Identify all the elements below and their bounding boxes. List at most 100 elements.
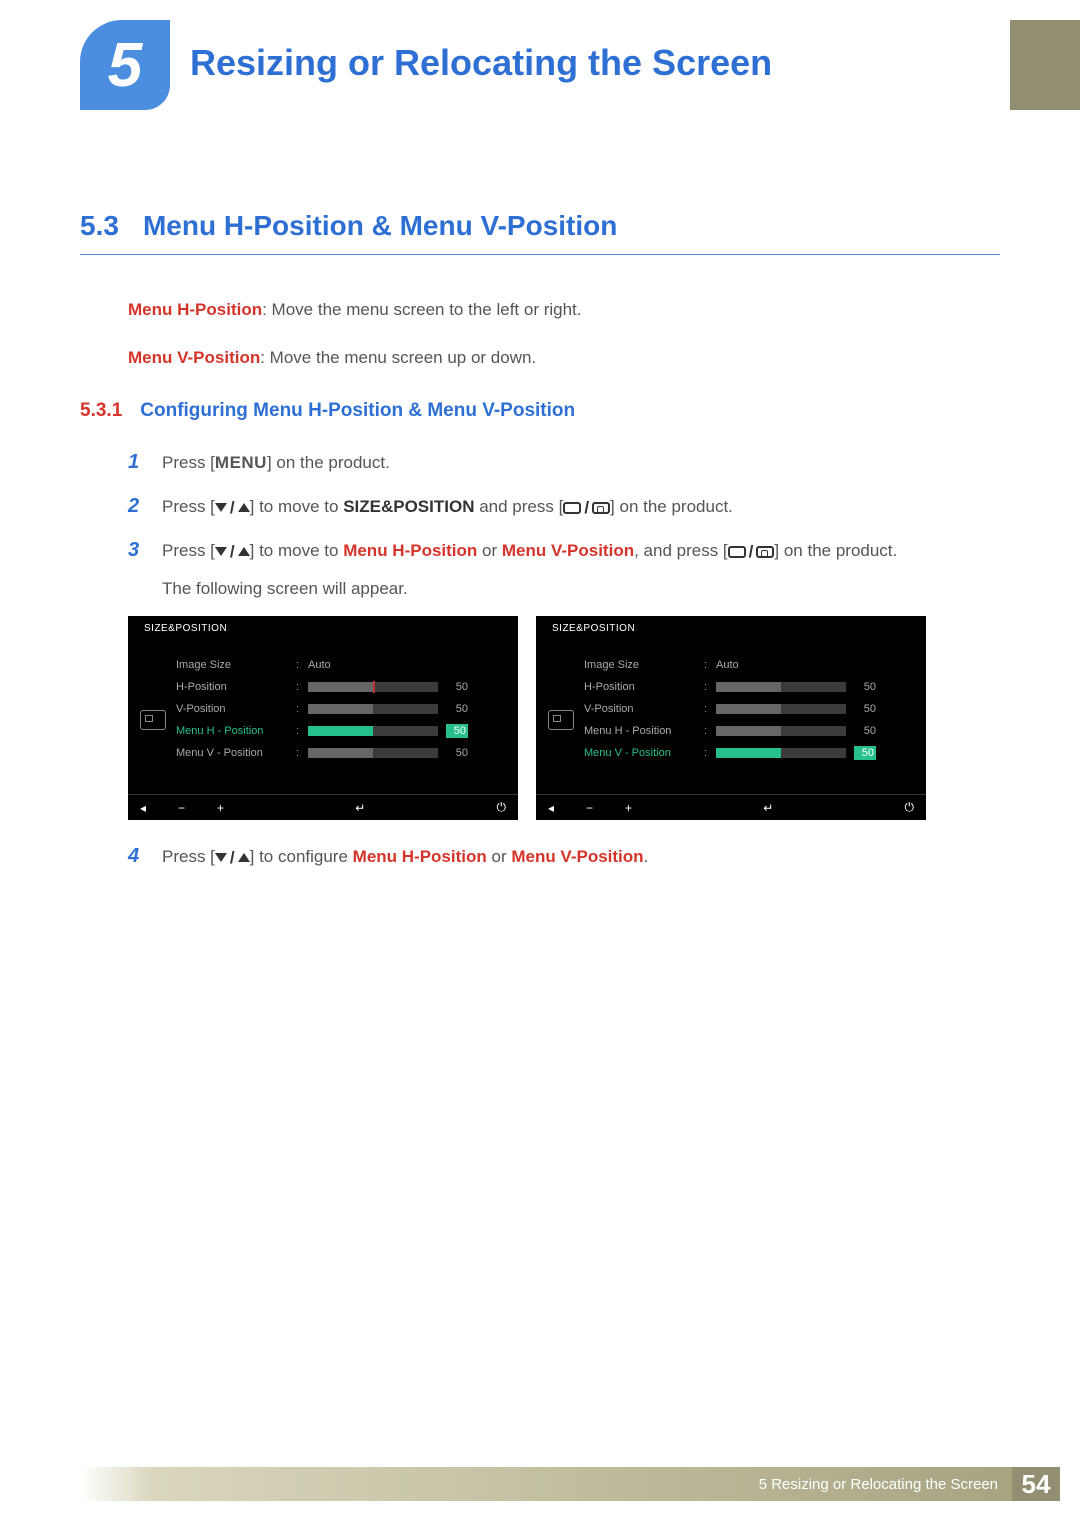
step-number: 3 bbox=[128, 534, 144, 566]
step-2: 2 Press [/] to move to SIZE&POSITION and… bbox=[128, 490, 1000, 522]
menu-key-label: MENU bbox=[215, 453, 267, 472]
text: and press [ bbox=[474, 497, 563, 516]
osd-row-v-position: V-Position : 50 bbox=[584, 698, 916, 720]
section-number: 5.3 bbox=[80, 210, 119, 242]
osd-panel-menu-v: SIZE&POSITION Image Size : Auto H-Positi… bbox=[536, 616, 926, 820]
text: , and press [ bbox=[634, 541, 728, 560]
osd-value: 50 bbox=[854, 725, 876, 737]
desc-v-text: : Move the menu screen up or down. bbox=[260, 348, 536, 367]
step-number: 4 bbox=[128, 840, 144, 872]
target-menu-h: Menu H-Position bbox=[353, 847, 487, 866]
subsection-heading: 5.3.1 Configuring Menu H-Position & Menu… bbox=[80, 400, 1000, 422]
text: or bbox=[477, 541, 502, 560]
enter-source-icon: / bbox=[728, 538, 775, 565]
osd-value: 50 bbox=[446, 747, 468, 759]
osd-label: Image Size bbox=[176, 659, 296, 671]
step-number: 2 bbox=[128, 490, 144, 522]
chapter-title: Resizing or Relocating the Screen bbox=[190, 20, 1000, 84]
step-4: 4 Press [/] to configure Menu H-Position… bbox=[128, 840, 1000, 872]
text: ] on the product. bbox=[267, 453, 390, 472]
osd-row-v-position: V-Position : 50 bbox=[176, 698, 508, 720]
target-menu-v: Menu V-Position bbox=[502, 541, 634, 560]
section-heading: 5.3 Menu H-Position & Menu V-Position bbox=[80, 210, 1000, 255]
osd-title: SIZE&POSITION bbox=[536, 616, 926, 654]
osd-label: Menu V - Position bbox=[176, 747, 296, 759]
nav-plus-icon: + bbox=[217, 801, 224, 815]
nav-minus-icon: − bbox=[178, 801, 185, 815]
osd-slider bbox=[308, 704, 438, 714]
osd-value: 50 bbox=[854, 703, 876, 715]
section-title: Menu H-Position & Menu V-Position bbox=[143, 210, 617, 242]
nav-back-icon: ◂ bbox=[140, 801, 146, 815]
step3-note: The following screen will appear. bbox=[162, 575, 897, 602]
osd-slider bbox=[308, 748, 438, 758]
chapter-number-tab: 5 bbox=[80, 20, 170, 110]
enter-source-icon: / bbox=[563, 494, 610, 521]
osd-label-active: Menu H - Position bbox=[176, 725, 296, 737]
down-up-arrow-icon: / bbox=[215, 844, 250, 871]
footer-page-number: 54 bbox=[1012, 1467, 1060, 1501]
osd-row-h-position: H-Position : 50 bbox=[584, 676, 916, 698]
nav-enter-icon: ↵ bbox=[763, 801, 773, 815]
target-menu-v: Menu V-Position bbox=[511, 847, 643, 866]
osd-value-active: 50 bbox=[446, 724, 468, 738]
osd-label: V-Position bbox=[176, 703, 296, 715]
text: Press [ bbox=[162, 541, 215, 560]
osd-row-menu-h-position: Menu H - Position : 50 bbox=[584, 720, 916, 742]
desc-v-label: Menu V-Position bbox=[128, 348, 260, 367]
text: ] on the product. bbox=[774, 541, 897, 560]
step-3: 3 Press [/] to move to Menu H-Position o… bbox=[128, 534, 1000, 602]
nav-back-icon: ◂ bbox=[548, 801, 554, 815]
nav-power-icon: ⏻ bbox=[497, 800, 507, 815]
down-up-arrow-icon: / bbox=[215, 494, 250, 521]
osd-slider bbox=[716, 682, 846, 692]
description-v-position: Menu V-Position: Move the menu screen up… bbox=[128, 345, 1000, 371]
osd-value: 50 bbox=[854, 681, 876, 693]
text: Press [ bbox=[162, 497, 215, 516]
osd-label: Menu H - Position bbox=[584, 725, 704, 737]
target-menu-h: Menu H-Position bbox=[343, 541, 477, 560]
osd-value: 50 bbox=[446, 703, 468, 715]
subsection-title: Configuring Menu H-Position & Menu V-Pos… bbox=[140, 400, 575, 422]
text: ] to move to bbox=[250, 541, 344, 560]
osd-slider-active bbox=[308, 726, 438, 736]
nav-minus-icon: − bbox=[586, 801, 593, 815]
osd-screenshot-row: SIZE&POSITION Image Size : Auto H-Positi… bbox=[128, 616, 1000, 820]
desc-h-text: : Move the menu screen to the left or ri… bbox=[262, 300, 581, 319]
osd-slider bbox=[716, 726, 846, 736]
osd-panel-menu-h: SIZE&POSITION Image Size : Auto H-Positi… bbox=[128, 616, 518, 820]
step-number: 1 bbox=[128, 446, 144, 478]
osd-nav-bar: ◂ − + ↵ ⏻ bbox=[128, 794, 518, 820]
nav-enter-icon: ↵ bbox=[355, 801, 365, 815]
page-footer: 5 Resizing or Relocating the Screen 54 bbox=[80, 1467, 1080, 1501]
osd-row-image-size: Image Size : Auto bbox=[584, 654, 916, 676]
osd-value-auto: Auto bbox=[308, 659, 331, 671]
osd-label-active: Menu V - Position bbox=[584, 747, 704, 759]
step-list: 1 Press [MENU] on the product. 2 Press [… bbox=[128, 446, 1000, 602]
page-header: 5 Resizing or Relocating the Screen bbox=[80, 20, 1000, 110]
osd-value-active: 50 bbox=[854, 746, 876, 760]
osd-row-menu-h-position: Menu H - Position : 50 bbox=[176, 720, 508, 742]
osd-nav-bar: ◂ − + ↵ ⏻ bbox=[536, 794, 926, 820]
text: . bbox=[644, 847, 649, 866]
osd-value-auto: Auto bbox=[716, 659, 739, 671]
osd-row-image-size: Image Size : Auto bbox=[176, 654, 508, 676]
osd-row-h-position: H-Position : 50 bbox=[176, 676, 508, 698]
desc-h-label: Menu H-Position bbox=[128, 300, 262, 319]
subsection-number: 5.3.1 bbox=[80, 400, 122, 422]
text: or bbox=[487, 847, 512, 866]
osd-label: H-Position bbox=[176, 681, 296, 693]
description-h-position: Menu H-Position: Move the menu screen to… bbox=[128, 297, 1000, 323]
osd-label: H-Position bbox=[584, 681, 704, 693]
text: Press [ bbox=[162, 453, 215, 472]
target-size-position: SIZE&POSITION bbox=[343, 497, 474, 516]
osd-label: V-Position bbox=[584, 703, 704, 715]
osd-slider bbox=[308, 682, 438, 692]
osd-value: 50 bbox=[446, 681, 468, 693]
text: ] to configure bbox=[250, 847, 353, 866]
osd-label: Image Size bbox=[584, 659, 704, 671]
down-up-arrow-icon: / bbox=[215, 538, 250, 565]
osd-category-icon bbox=[548, 710, 574, 730]
osd-slider-active bbox=[716, 748, 846, 758]
step-1: 1 Press [MENU] on the product. bbox=[128, 446, 1000, 478]
